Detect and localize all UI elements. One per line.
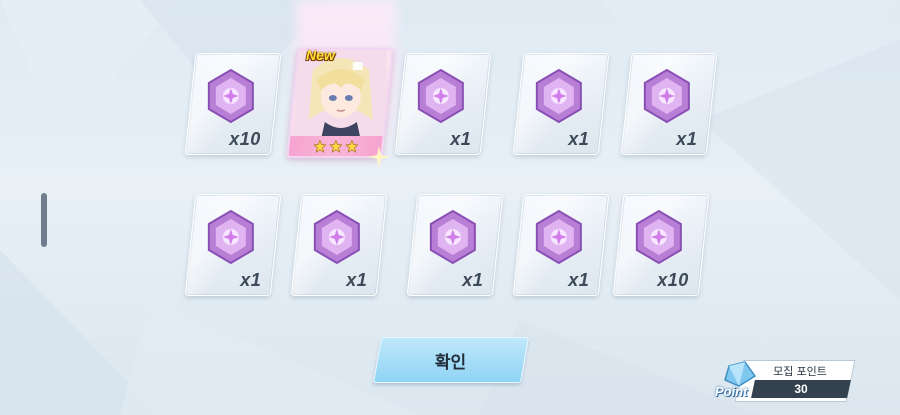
- point-word: Point: [715, 384, 748, 399]
- confirm-button[interactable]: 확인: [372, 337, 530, 383]
- gem-icon: [429, 209, 476, 265]
- reward-quantity: x1: [450, 129, 472, 149]
- reward-card[interactable]: x1: [512, 194, 610, 296]
- reward-quantity: x1: [462, 270, 484, 290]
- recruit-point-panel: 모집 포인트 30 Point: [715, 360, 856, 402]
- new-badge: New: [306, 47, 335, 63]
- reward-card[interactable]: x1: [620, 53, 718, 155]
- gem-icon: [643, 68, 690, 124]
- star-icon: [328, 139, 342, 153]
- gem-icon: [207, 209, 254, 265]
- reward-card[interactable]: x1: [512, 53, 610, 155]
- character-portrait: [294, 50, 387, 140]
- reward-quantity: x1: [568, 129, 590, 149]
- gem-icon: [313, 209, 360, 265]
- reward-quantity: x1: [346, 270, 368, 290]
- star-icon: [344, 139, 358, 153]
- sparkle-icon: [368, 146, 390, 168]
- point-value-box: 30: [751, 380, 851, 398]
- reward-card[interactable]: x1: [406, 194, 504, 296]
- reward-card[interactable]: x1: [394, 53, 492, 155]
- scroll-handle[interactable]: [41, 193, 47, 247]
- reward-card[interactable]: x10: [184, 53, 282, 155]
- reward-quantity: x1: [240, 270, 262, 290]
- reward-card[interactable]: x1: [184, 194, 282, 296]
- reward-card[interactable]: x1: [290, 194, 388, 296]
- new-character-card[interactable]: [286, 48, 394, 158]
- confirm-button-label: 확인: [435, 352, 467, 372]
- reward-quantity: x1: [676, 129, 698, 149]
- reward-card[interactable]: x10: [612, 194, 710, 296]
- point-label: 모집 포인트: [773, 366, 827, 378]
- gem-icon: [535, 68, 582, 124]
- reward-quantity: x10: [229, 129, 262, 149]
- gem-icon: [635, 209, 682, 265]
- star-icon: [312, 139, 326, 153]
- gem-icon: [207, 68, 254, 124]
- reward-quantity: x1: [568, 270, 590, 290]
- gem-icon: [535, 209, 582, 265]
- gem-icon: [417, 68, 464, 124]
- point-value: 30: [794, 382, 808, 396]
- reward-quantity: x10: [657, 270, 690, 290]
